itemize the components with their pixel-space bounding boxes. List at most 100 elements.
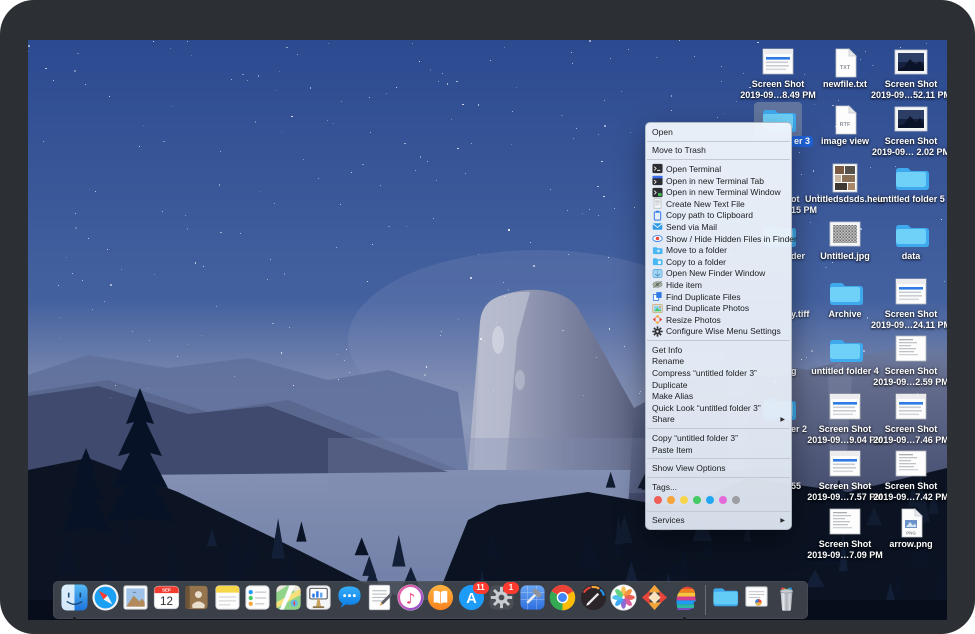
desktop-icon-arrow-png[interactable]: PNG: [866, 508, 947, 543]
tag-dot[interactable]: [654, 496, 662, 504]
tag-dot[interactable]: [732, 496, 740, 504]
dock-item-textedit[interactable]: [365, 585, 394, 615]
desktop-icon-screen-shot[interactable]: [866, 105, 947, 138]
menu-item-services[interactable]: Services▶: [646, 515, 791, 527]
menu-item-paste-item[interactable]: Paste Item: [646, 444, 791, 456]
menu-item-label: Move to Trash: [652, 145, 706, 155]
desktop-label-fragment: der: [791, 251, 805, 262]
txt-file-icon: TXT: [829, 48, 861, 83]
desktop: Screen Shot2019-09…8.49 PMer 3ot15 PMder…: [28, 40, 947, 620]
menu-item-make-alias[interactable]: Make Alias: [646, 390, 791, 402]
menu-item-create-new-text-file[interactable]: Create New Text File: [646, 198, 791, 210]
dock-item-messages[interactable]: [335, 585, 364, 615]
menu-item-copy-to-a-folder[interactable]: Copy to a folder: [646, 256, 791, 268]
menu-item-hide-item[interactable]: Hide item: [646, 279, 791, 291]
dock-item-xcode[interactable]: [518, 585, 547, 615]
menu-item-find-duplicate-files[interactable]: Find Duplicate Files: [646, 291, 791, 303]
menu-item-copy-untitled-folder-3[interactable]: Copy “untitled folder 3”: [646, 432, 791, 444]
dock-item-maps[interactable]: [274, 585, 303, 615]
dock-item-system-preferences[interactable]: 1: [487, 585, 516, 615]
dock-item-trash[interactable]: [772, 585, 801, 615]
dock-item-keynote[interactable]: [304, 585, 333, 615]
menu-item-open-terminal[interactable]: Open Terminal: [646, 163, 791, 175]
desktop-icon-label: data: [856, 251, 947, 262]
menu-item-open-new-finder-window[interactable]: Open New Finder Window: [646, 268, 791, 280]
menu-item-show-view-options[interactable]: Show View Options: [646, 462, 791, 474]
tag-dot[interactable]: [719, 496, 727, 504]
desktop-icon-label: untitled folder 5: [856, 194, 947, 205]
menu-item-copy-path-to-clipboard[interactable]: Copy path to Clipboard: [646, 210, 791, 222]
desktop-icon-screen-shot[interactable]: [866, 335, 947, 368]
textedit-icon: [365, 583, 394, 617]
tag-dot[interactable]: [693, 496, 701, 504]
menu-item-label: Find Duplicate Photos: [666, 303, 749, 313]
menu-item-rename[interactable]: Rename: [646, 356, 791, 368]
folder-icon: [891, 220, 931, 255]
folder-icon: [825, 335, 865, 370]
finder-icon: [60, 583, 89, 617]
dock-item-calendar[interactable]: SEP12: [152, 585, 181, 615]
reminders-icon: [243, 583, 272, 617]
desktop-icon-screen-shot[interactable]: [866, 393, 947, 426]
dock-item-color-meter[interactable]: [579, 585, 608, 615]
resize-photos-icon: [652, 314, 663, 325]
menu-item-label: Open: [652, 127, 673, 137]
menu-item-get-info[interactable]: Get Info: [646, 344, 791, 356]
dock-item-resize-pinwheel[interactable]: [640, 585, 669, 615]
desktop-icon-data[interactable]: [866, 220, 947, 255]
dock-item-profile-head[interactable]: [670, 585, 699, 615]
svg-text:SEP: SEP: [162, 588, 171, 593]
dock-item-preview[interactable]: [121, 585, 150, 615]
photo-frame-icon: [892, 105, 930, 138]
dock-item-reminders[interactable]: [243, 585, 272, 615]
menu-item-resize-photos[interactable]: Resize Photos: [646, 314, 791, 326]
tag-dot[interactable]: [667, 496, 675, 504]
menu-item-open-in-new-terminal-tab[interactable]: Open in new Terminal Tab: [646, 175, 791, 187]
menu-item-move-to-trash[interactable]: Move to Trash: [646, 145, 791, 157]
folder-icon: [891, 163, 931, 198]
png-file-icon: PNG: [895, 508, 927, 543]
desktop-icon-label: Screen Shot2019-09…7.42 PM: [856, 481, 947, 502]
screenshot-list-icon: [826, 508, 864, 541]
desktop-icon-screen-shot[interactable]: [866, 48, 947, 81]
itunes-icon: ♪: [396, 583, 425, 617]
svg-text:PNG: PNG: [906, 531, 916, 536]
menu-item-move-to-a-folder[interactable]: Move to a folder: [646, 244, 791, 256]
dock-item-safari[interactable]: [91, 585, 120, 615]
menu-item-open-in-new-terminal-window[interactable]: Open in new Terminal Window: [646, 186, 791, 198]
dock-item-app-store[interactable]: A11: [457, 585, 486, 615]
menu-item-duplicate[interactable]: Duplicate: [646, 379, 791, 391]
dock-item-dock-folder[interactable]: [711, 585, 740, 615]
menu-item-open[interactable]: Open: [646, 126, 791, 138]
menu-item-find-duplicate-photos[interactable]: Find Duplicate Photos: [646, 302, 791, 314]
dock-item-contacts[interactable]: [182, 585, 211, 615]
desktop-icon-screen-shot[interactable]: [866, 450, 947, 483]
menu-item-send-via-mail[interactable]: Send via Mail: [646, 221, 791, 233]
menu-item-tags[interactable]: Tags...: [646, 481, 791, 493]
tag-dot[interactable]: [706, 496, 714, 504]
dock-item-photos[interactable]: [609, 585, 638, 615]
desktop-icon-untitled-folder-5[interactable]: [866, 163, 947, 198]
submenu-arrow-icon: ▶: [780, 416, 785, 423]
menu-item-label: Services: [652, 515, 685, 525]
dock-item-chrome[interactable]: [548, 585, 577, 615]
dock-item-itunes[interactable]: ♪: [396, 585, 425, 615]
tag-dot[interactable]: [680, 496, 688, 504]
menu-item-show-hide-hidden-files-in-finder[interactable]: Show / Hide Hidden Files in Finder: [646, 233, 791, 245]
desktop-icon-screen-shot[interactable]: [866, 278, 947, 311]
dock-item-finder[interactable]: [60, 585, 89, 615]
menu-item-quick-look-untitled-folder-3[interactable]: Quick Look “untitled folder 3”: [646, 402, 791, 414]
menu-item-compress-untitled-folder-3[interactable]: Compress “untitled folder 3”: [646, 367, 791, 379]
eye-icon: [652, 233, 663, 244]
desktop-icon-label: Screen Shot2019-09…52.11 PM: [856, 79, 947, 100]
menu-item-configure-wise-menu-settings[interactable]: Configure Wise Menu Settings: [646, 326, 791, 338]
menu-item-label: Duplicate: [652, 380, 687, 390]
menu-item-label: Send via Mail: [666, 222, 717, 232]
menu-item-share[interactable]: Share▶: [646, 414, 791, 426]
terminal-window-icon: [652, 187, 663, 198]
notification-badge: 1: [503, 582, 519, 594]
dock-item-books[interactable]: [426, 585, 455, 615]
dock-document-icon: [742, 583, 771, 617]
dock-item-dock-document[interactable]: [742, 585, 771, 615]
dock-item-notes[interactable]: [213, 585, 242, 615]
